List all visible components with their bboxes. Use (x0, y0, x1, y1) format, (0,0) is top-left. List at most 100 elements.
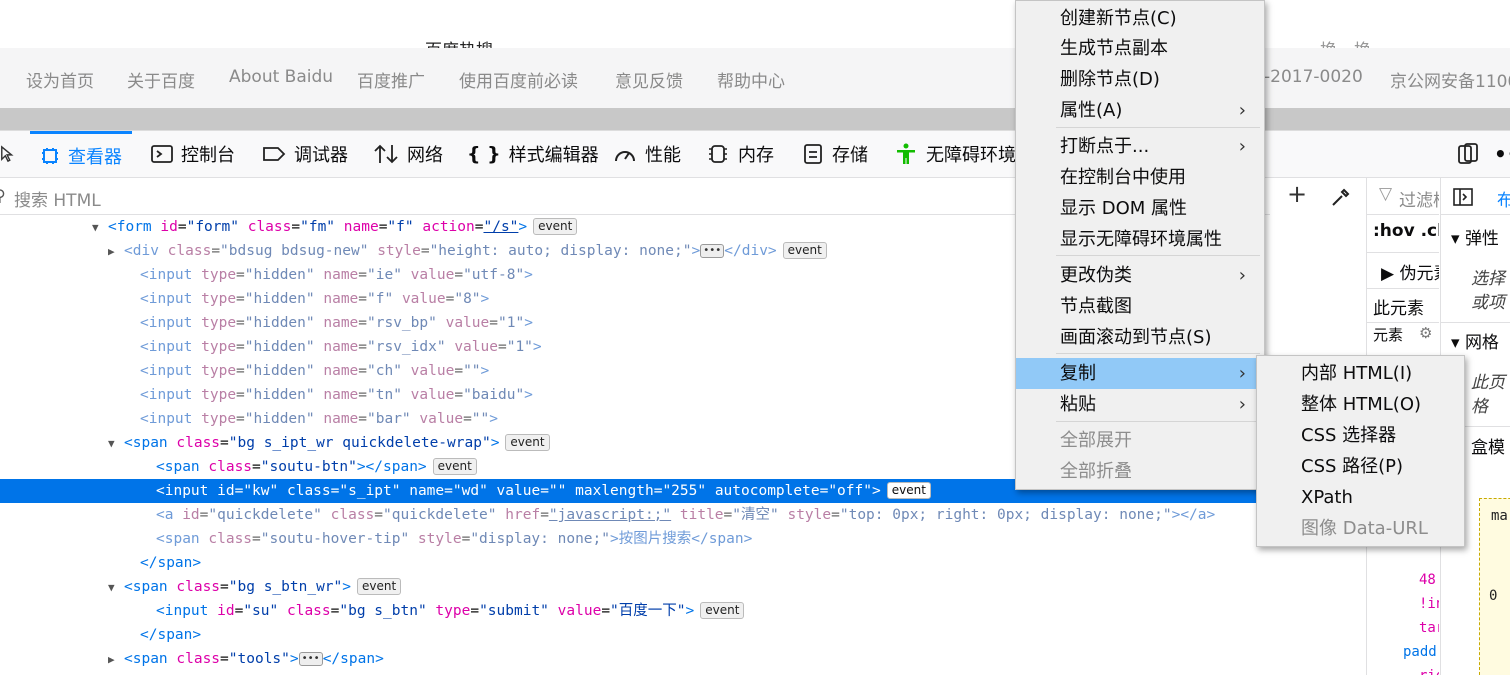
sidebar-toggle-icon[interactable] (1453, 188, 1473, 206)
attr-value: "hidden" (244, 363, 315, 379)
attr-name: class (176, 651, 221, 667)
context-menu-item[interactable]: 删除节点(D) (1016, 64, 1262, 95)
dock-side-icon[interactable] (1456, 131, 1488, 177)
pseudo-elements-label: 伪元素 (1399, 264, 1439, 284)
tag-name: <input (140, 411, 193, 427)
context-menu-item[interactable]: 属性(A) › (1016, 95, 1262, 126)
network-icon (374, 144, 398, 164)
attr-value: "soutu-hover-tip" (260, 531, 410, 547)
context-menu-item[interactable]: 在控制台中使用 (1016, 162, 1262, 193)
tab-console[interactable]: 控制台 (151, 131, 235, 177)
event-badge[interactable]: event (505, 434, 550, 451)
markup-node-row[interactable]: </span> (0, 551, 1270, 575)
attr-value: "form" (186, 219, 239, 235)
tab-layout[interactable]: 布 (1497, 186, 1510, 211)
copy-submenu-item-label: 内部 HTML(I) (1301, 363, 1413, 384)
footer-link-help[interactable]: 帮助中心 (717, 67, 785, 92)
context-menu-item[interactable]: 全部展开 (1016, 425, 1262, 456)
markup-node-row[interactable]: <a id="quickdelete" class="quickdelete" … (0, 503, 1270, 527)
context-menu-item[interactable]: 画面滚动到节点(S) (1016, 322, 1262, 353)
footer-link-about-en[interactable]: About Baidu (229, 67, 333, 87)
attr-name: name (323, 315, 359, 331)
tab-inspector[interactable]: 查看器 (30, 131, 132, 177)
grid-hint-1: 此页 (1471, 373, 1505, 393)
tag-name: <input (156, 483, 209, 499)
context-menu-item[interactable]: 更改伪类 › (1016, 260, 1262, 291)
footer-link-terms[interactable]: 使用百度前必读 (459, 67, 578, 92)
event-badge[interactable]: event (533, 218, 578, 235)
tab-performance[interactable]: 性能 (613, 131, 681, 177)
markup-node-row[interactable]: <span class="soutu-hover-tip" style="dis… (0, 527, 1270, 551)
attr-name: value (496, 483, 541, 499)
eyedropper-icon[interactable] (1330, 186, 1352, 208)
context-menu-item[interactable]: 打断点于... › (1016, 131, 1262, 162)
grid-section-toggle[interactable]: ▾ 网格 (1451, 328, 1499, 353)
html-search-input[interactable]: 搜索 HTML (14, 186, 101, 211)
gauge-icon (615, 151, 635, 162)
context-menu-item-label: 显示 DOM 属性 (1060, 198, 1188, 219)
copy-submenu-item[interactable]: XPath (1257, 482, 1462, 513)
context-menu-item[interactable]: 生成节点副本 (1016, 33, 1262, 64)
footer-link-about[interactable]: 关于百度 (127, 67, 195, 92)
markup-node-row[interactable]: ▼ <span class="bg s_btn_wr"> event (0, 575, 1270, 599)
context-menu-item[interactable]: 全部折叠 (1016, 456, 1262, 487)
add-node-button[interactable]: + (1287, 180, 1307, 208)
page-footer: 设为首页 关于百度 About Baidu 百度推广 使用百度前必读 意见反馈 … (0, 48, 1510, 108)
context-menu-item[interactable]: 创建新节点(C) (1016, 3, 1262, 34)
expand-twisty-icon[interactable]: ▼ (92, 216, 108, 240)
context-menu-item[interactable]: 显示 DOM 属性 (1016, 193, 1262, 224)
markup-node-row[interactable]: ▶ <span class="tools"> ••• </span> (0, 647, 1270, 671)
tab-network[interactable]: 网络 (373, 131, 443, 177)
context-menu-item[interactable]: 显示无障碍环境属性 (1016, 224, 1262, 255)
footer-link-promote[interactable]: 百度推广 (357, 67, 425, 92)
flex-section-toggle[interactable]: ▾ 弹性 (1451, 224, 1499, 249)
copy-submenu-item[interactable]: CSS 选择器 (1257, 420, 1462, 451)
tab-accessibility[interactable]: 无障碍环境 (894, 131, 1016, 177)
filter-styles-input[interactable]: 过滤样 (1399, 186, 1439, 211)
copy-submenu-item[interactable]: 整体 HTML(O) (1257, 389, 1462, 420)
pseudo-elements-toggle[interactable]: ▶ 伪元素 (1381, 259, 1439, 284)
tab-style-editor[interactable]: { } 样式编辑器 (467, 131, 599, 177)
attr-value: "bar" (367, 411, 411, 427)
event-badge[interactable]: event (782, 242, 827, 259)
hov-toggle[interactable]: :hov .cl (1373, 221, 1439, 241)
attr-value: "tn" (367, 387, 402, 403)
context-menu-item[interactable]: 节点截图 (1016, 291, 1262, 322)
expand-twisty-icon[interactable]: ▶ (108, 240, 124, 264)
swap-link[interactable]: 换一换 (1320, 36, 1371, 48)
markup-node-row[interactable]: <input id="su" class="bg s_btn" type="su… (0, 599, 1270, 623)
element-rule: 元素 (1373, 326, 1404, 344)
tab-storage[interactable]: 存储 (802, 131, 868, 177)
copy-submenu-item[interactable]: CSS 路径(P) (1257, 451, 1462, 482)
attr-value: "quickdelete" (208, 507, 322, 523)
event-badge[interactable]: event (886, 482, 931, 499)
copy-submenu-item[interactable]: 图像 Data-URL (1257, 513, 1462, 544)
filter-icon: ▽ (1379, 184, 1393, 204)
flex-hint-1: 选择 (1471, 269, 1505, 289)
context-menu-item[interactable]: 复制 › (1016, 358, 1262, 389)
collapsed-ellipsis[interactable]: ••• (298, 652, 323, 666)
search-icon: ⚲ (0, 186, 6, 205)
copy-submenu-item[interactable]: 内部 HTML(I) (1257, 358, 1462, 389)
event-badge[interactable]: event (700, 602, 745, 619)
tag-end: > (342, 579, 352, 595)
tab-debugger[interactable]: 调试器 (262, 131, 348, 177)
expand-twisty-icon[interactable]: ▼ (108, 432, 124, 456)
event-badge[interactable]: event (357, 578, 402, 595)
tab-memory[interactable]: 内存 (706, 131, 774, 177)
context-menu-item-label: 粘贴 (1060, 394, 1096, 415)
attr-name: type (201, 315, 237, 331)
attr-name: name (323, 363, 359, 379)
markup-node-row[interactable]: </span> (0, 623, 1270, 647)
event-badge[interactable]: event (432, 458, 477, 475)
context-menu-item[interactable]: 粘贴 › (1016, 389, 1262, 420)
footer-link-feedback[interactable]: 意见反馈 (615, 67, 683, 92)
tag-end: > (524, 315, 533, 331)
footer-link-homepage[interactable]: 设为首页 (26, 67, 94, 92)
more-options-icon[interactable]: •• (1494, 131, 1510, 177)
pick-element-icon[interactable] (0, 131, 24, 177)
collapsed-ellipsis[interactable]: ••• (700, 244, 725, 258)
gear-icon[interactable]: ⚙ (1419, 324, 1432, 342)
expand-twisty-icon[interactable]: ▶ (108, 648, 124, 672)
expand-twisty-icon[interactable]: ▼ (108, 576, 124, 600)
